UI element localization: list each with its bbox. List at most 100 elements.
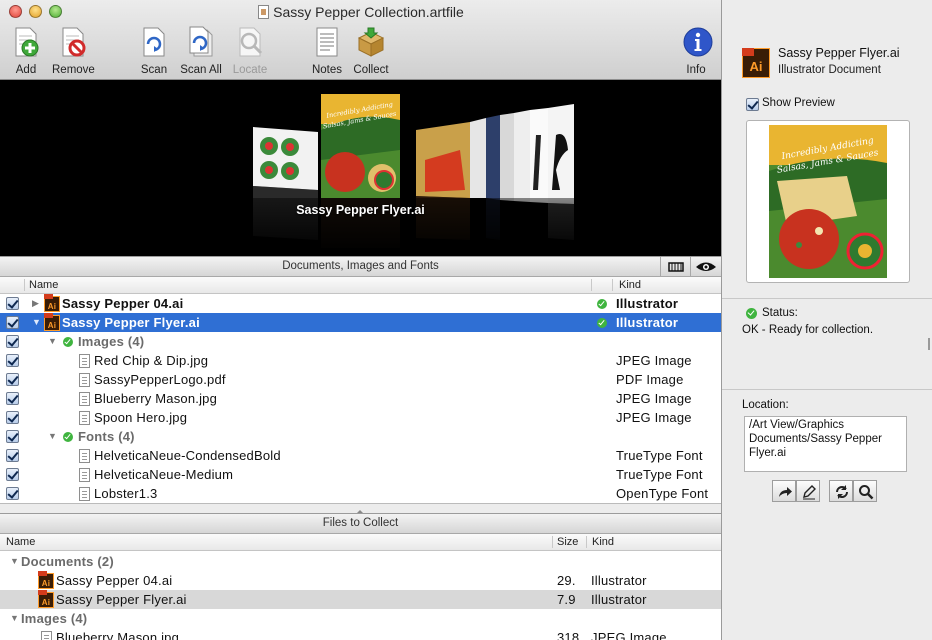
include-checkbox[interactable] bbox=[6, 487, 19, 500]
collect-row-selected[interactable]: Ai Sassy Pepper Flyer.ai 7.9 Illustrator bbox=[0, 590, 721, 609]
ok-status-icon bbox=[597, 299, 607, 309]
docs-column-header: Name Kind bbox=[0, 277, 721, 294]
include-checkbox[interactable] bbox=[6, 354, 19, 367]
col-header-size[interactable]: Size bbox=[557, 534, 578, 550]
remove-label: Remove bbox=[52, 64, 95, 76]
notes-button[interactable]: Notes bbox=[310, 26, 344, 76]
window-title: Sassy Pepper Collection.artfile bbox=[0, 4, 721, 20]
resize-handle[interactable] bbox=[928, 338, 930, 350]
show-preview-checkbox[interactable] bbox=[746, 98, 759, 111]
outline-row[interactable]: HelveticaNeue-CondensedBold TrueType Fon… bbox=[0, 446, 721, 465]
collect-row[interactable]: Blueberry Mason.jpg 318 JPEG Image bbox=[0, 628, 721, 640]
outline-row[interactable]: HelveticaNeue-Medium TrueType Font bbox=[0, 465, 721, 484]
disclosure-closed-icon[interactable]: ▶ bbox=[32, 294, 42, 313]
outline-row-selected[interactable]: ▼ Ai Sassy Pepper Flyer.ai Illustrator bbox=[0, 313, 721, 332]
preview-toggle-button[interactable] bbox=[690, 257, 720, 276]
preview-caption: Sassy Pepper Flyer.ai bbox=[296, 203, 425, 217]
row-name: Red Chip & Dip.jpg bbox=[94, 353, 209, 368]
info-icon bbox=[683, 27, 713, 57]
disclosure-open-icon[interactable]: ▼ bbox=[10, 552, 20, 571]
reveal-in-finder-button[interactable] bbox=[772, 480, 796, 502]
disclosure-open-icon[interactable]: ▼ bbox=[48, 427, 58, 446]
disclosure-open-icon[interactable]: ▼ bbox=[10, 609, 20, 628]
row-size: 7.9 bbox=[557, 592, 576, 607]
window-title-text: Sassy Pepper Collection.artfile bbox=[273, 4, 464, 20]
locate-button[interactable]: Locate bbox=[232, 26, 268, 76]
inspector-preview-frame: Incredibly Addicting Salsas, Jams & Sauc… bbox=[746, 120, 910, 283]
group-name: Images (4) bbox=[78, 334, 145, 349]
outline-group-row[interactable]: ▼ Images (4) bbox=[0, 332, 721, 351]
font-file-icon bbox=[79, 468, 90, 482]
info-button[interactable]: Info bbox=[682, 26, 713, 76]
location-field[interactable]: /Art View/Graphics Documents/Sassy Peppe… bbox=[744, 416, 907, 472]
search-location-button[interactable] bbox=[853, 480, 877, 502]
coverflow-toggle-button[interactable] bbox=[660, 257, 690, 276]
separator bbox=[722, 389, 932, 390]
include-checkbox[interactable] bbox=[6, 411, 19, 424]
inspector-file-kind: Illustrator Document bbox=[778, 64, 881, 76]
group-name: Fonts (4) bbox=[78, 429, 135, 444]
outline-row[interactable]: Blueberry Mason.jpg JPEG Image bbox=[0, 389, 721, 408]
scan-button[interactable]: Scan bbox=[138, 26, 170, 76]
coverflow-svg: Incredibly Addicting Salsas, Jams & Sauc… bbox=[0, 94, 721, 256]
column-divider bbox=[586, 536, 587, 548]
row-name: Blueberry Mason.jpg bbox=[94, 391, 218, 406]
include-checkbox[interactable] bbox=[6, 316, 19, 329]
include-checkbox[interactable] bbox=[6, 373, 19, 386]
col-header-kind[interactable]: Kind bbox=[619, 277, 641, 293]
collect-label: Collect bbox=[353, 64, 389, 76]
status-label: Status: bbox=[762, 307, 798, 319]
include-checkbox[interactable] bbox=[6, 297, 19, 310]
locate-label: Locate bbox=[232, 64, 268, 76]
illustrator-file-icon: Ai bbox=[38, 590, 54, 608]
search-icon bbox=[859, 485, 874, 500]
row-name: Lobster1.3 bbox=[94, 486, 158, 501]
col-header-name[interactable]: Name bbox=[29, 277, 58, 293]
row-name: Sassy Pepper Flyer.ai bbox=[56, 592, 187, 607]
remove-document-icon bbox=[62, 27, 86, 57]
col-header-kind[interactable]: Kind bbox=[592, 534, 614, 550]
collect-row[interactable]: Ai Sassy Pepper 04.ai 29. Illustrator bbox=[0, 571, 721, 590]
coverflow-preview[interactable]: Incredibly Addicting Salsas, Jams & Sauc… bbox=[0, 80, 721, 256]
location-label: Location: bbox=[742, 399, 789, 411]
col-header-name[interactable]: Name bbox=[6, 534, 35, 550]
pdf-file-icon bbox=[79, 373, 90, 387]
outline-row[interactable]: Red Chip & Dip.jpg JPEG Image bbox=[0, 351, 721, 370]
collect-box-icon bbox=[357, 27, 385, 57]
outline-row[interactable]: Spoon Hero.jpg JPEG Image bbox=[0, 408, 721, 427]
disclosure-open-icon[interactable]: ▼ bbox=[32, 313, 42, 332]
outline-row[interactable]: ▶ Ai Sassy Pepper 04.ai Illustrator bbox=[0, 294, 721, 313]
column-divider bbox=[24, 279, 25, 291]
include-checkbox[interactable] bbox=[6, 392, 19, 405]
collect-group-row[interactable]: ▼ Documents (2) bbox=[0, 552, 721, 571]
include-checkbox[interactable] bbox=[6, 468, 19, 481]
collect-button[interactable]: Collect bbox=[352, 26, 390, 76]
row-name: Spoon Hero.jpg bbox=[94, 410, 188, 425]
edit-location-button[interactable] bbox=[796, 480, 820, 502]
outline-row[interactable]: Lobster1.3 OpenType Font bbox=[0, 484, 721, 503]
scan-all-icon bbox=[189, 26, 213, 57]
separator bbox=[722, 298, 932, 299]
row-kind: JPEG Image bbox=[616, 391, 692, 406]
scan-label: Scan bbox=[140, 64, 168, 76]
image-file-icon bbox=[79, 354, 90, 368]
disclosure-open-icon[interactable]: ▼ bbox=[48, 332, 58, 351]
include-checkbox[interactable] bbox=[6, 449, 19, 462]
include-checkbox[interactable] bbox=[6, 335, 19, 348]
scan-all-button[interactable]: Scan All bbox=[178, 26, 224, 76]
row-kind: JPEG Image bbox=[591, 630, 667, 640]
coverflow-icon bbox=[668, 262, 684, 272]
show-preview-label[interactable]: Show Preview bbox=[762, 97, 835, 109]
rescan-button[interactable] bbox=[829, 480, 853, 502]
main-window: Sassy Pepper Collection.artfile Add Remo… bbox=[0, 0, 722, 640]
row-kind: JPEG Image bbox=[616, 353, 692, 368]
outline-group-row[interactable]: ▼ Fonts (4) bbox=[0, 427, 721, 446]
include-checkbox[interactable] bbox=[6, 430, 19, 443]
coverflow-item-spoon[interactable] bbox=[500, 108, 548, 203]
add-button[interactable]: Add bbox=[10, 26, 42, 76]
collect-group-row[interactable]: ▼ Images (4) bbox=[0, 609, 721, 628]
split-view-divider[interactable] bbox=[0, 503, 721, 513]
outline-row[interactable]: SassyPepperLogo.pdf PDF Image bbox=[0, 370, 721, 389]
row-size: 318 bbox=[557, 630, 580, 640]
remove-button[interactable]: Remove bbox=[52, 26, 95, 76]
